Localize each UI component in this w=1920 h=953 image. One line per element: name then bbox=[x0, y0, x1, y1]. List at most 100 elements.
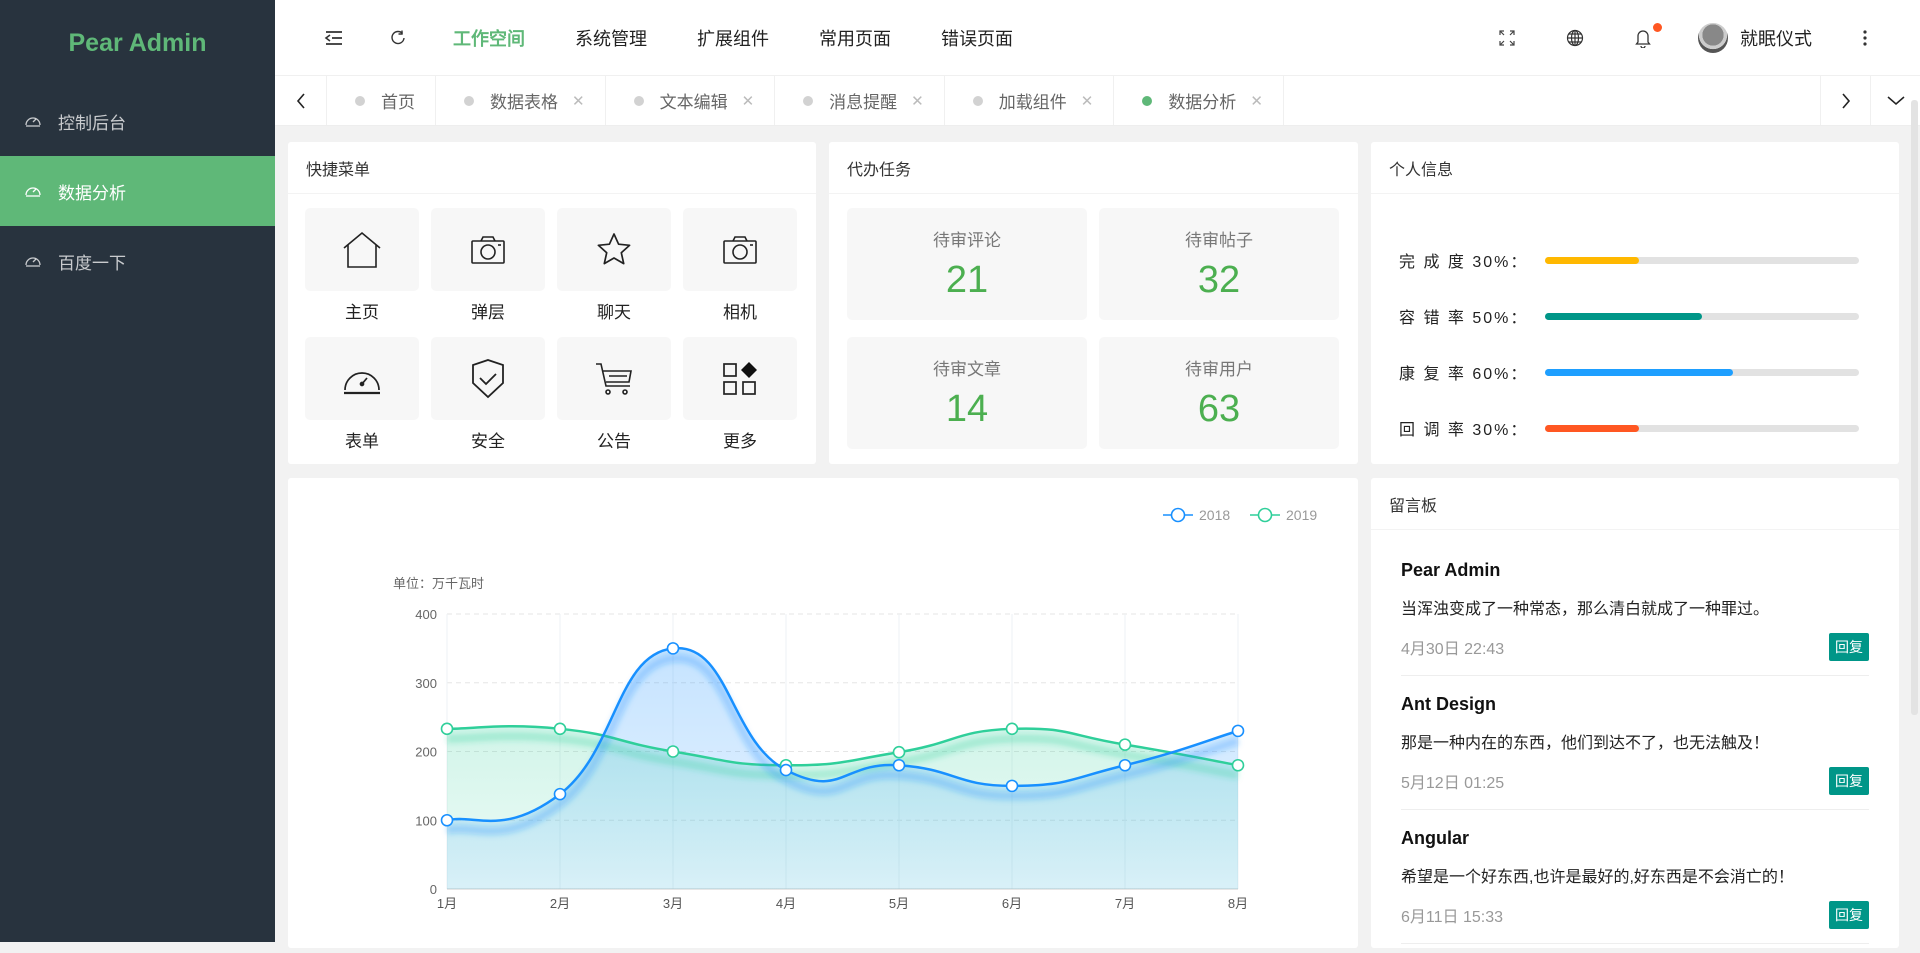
progress-fill bbox=[1545, 424, 1640, 432]
quick-menu-label: 公告 bbox=[597, 432, 631, 451]
x-tick-label: 4月 bbox=[776, 896, 796, 911]
x-tick-label: 2月 bbox=[550, 896, 570, 911]
quick-menu-icon-box bbox=[683, 337, 797, 420]
close-icon[interactable]: ✕ bbox=[1250, 92, 1263, 110]
menu-fold-icon[interactable] bbox=[319, 23, 349, 53]
quick-menu-item[interactable]: 相机 bbox=[683, 208, 797, 337]
reply-button[interactable]: 回复 bbox=[1829, 901, 1869, 929]
progress-row: 康 复 率 60%： bbox=[1399, 344, 1859, 400]
legend-item-2019[interactable]: 2019 bbox=[1250, 507, 1317, 523]
tab-item[interactable]: 消息提醒 ✕ bbox=[775, 76, 945, 125]
progress-fill bbox=[1545, 256, 1640, 264]
profile-card: 个人信息 完 成 度 30%： 容 错 率 50%： 康 复 率 60%： 回 调 率… bbox=[1371, 142, 1899, 464]
y-axis-unit-label: 单位：万千瓦时 bbox=[393, 576, 484, 591]
message-time: 5月12日 01:25 bbox=[1401, 775, 1505, 792]
message-time: 6月11日 15:33 bbox=[1401, 909, 1503, 926]
top-nav-item[interactable]: 扩展组件 bbox=[697, 25, 769, 51]
card-title: 快捷菜单 bbox=[288, 142, 816, 194]
data-point-2018 bbox=[553, 787, 567, 801]
todo-grid: 待审评论 21 待审帖子 32 待审文章 14 待审用户 63 bbox=[829, 194, 1358, 463]
chevron-right-icon bbox=[1841, 92, 1850, 109]
tab-status-dot bbox=[972, 95, 983, 106]
data-point-2019 bbox=[892, 745, 906, 759]
message-text: 希望是一个好东西,也许是最好的,好东西是不会消亡的！ bbox=[1401, 869, 1794, 886]
more-vertical-icon[interactable] bbox=[1850, 23, 1880, 53]
progress-row: 回 调 率 30%： bbox=[1399, 400, 1859, 456]
chart-card: 0 100 200 300 400 1月 2月 3月 4月 5月 6月 7月 8月 单位：万千瓦时 2018… bbox=[288, 478, 1358, 948]
tab-scroll-left[interactable] bbox=[275, 76, 327, 125]
message-board-card: 留言板 Pear Admin 当浑浊变成了一种常态，那么清白就成了一种罪过。 4… bbox=[1371, 478, 1899, 948]
data-point-2018 bbox=[440, 813, 454, 827]
quick-menu-item[interactable]: 安全 bbox=[431, 337, 545, 466]
dashboard-icon bbox=[24, 181, 44, 201]
top-nav-item[interactable]: 错误页面 bbox=[941, 25, 1013, 51]
camera-icon bbox=[471, 235, 505, 264]
legend-label: 2018 bbox=[1199, 507, 1230, 523]
tab-item[interactable]: 数据表格 ✕ bbox=[436, 76, 606, 125]
fullscreen-icon[interactable] bbox=[1492, 23, 1522, 53]
line-chart: 0 100 200 300 400 1月 2月 3月 4月 5月 6月 7月 8月 单位：万千瓦时 2018… bbox=[393, 507, 1317, 911]
sidebar-item-2[interactable]: 百度一下 bbox=[0, 226, 275, 296]
sidebar-item-0[interactable]: 控制后台 bbox=[0, 86, 275, 156]
user-menu[interactable]: 就眠仪式 bbox=[1698, 22, 1812, 53]
tab-label: 消息提醒 bbox=[829, 93, 898, 112]
progress-row: 完 成 度 30%： bbox=[1399, 232, 1859, 288]
todo-item[interactable]: 待审用户 63 bbox=[1099, 337, 1339, 449]
card-title: 留言板 bbox=[1371, 478, 1899, 530]
message-item: Ant Design 那是一种内在的东西，他们到达不了，也无法触及！ 5月12日… bbox=[1401, 676, 1869, 810]
quick-menu-item[interactable]: 公告 bbox=[557, 337, 671, 466]
quick-menu-item[interactable]: 聊天 bbox=[557, 208, 671, 337]
quick-menu-item[interactable]: 弹层 bbox=[431, 208, 545, 337]
progress-list: 完 成 度 30%： 容 错 率 50%： 康 复 率 60%： 回 调 率 30%： bbox=[1371, 194, 1899, 456]
data-point-2018 bbox=[1118, 758, 1132, 772]
progress-label: 容 错 率 50%： bbox=[1399, 310, 1529, 327]
quick-menu-item[interactable]: 主页 bbox=[305, 208, 419, 337]
sidebar-item-label: 百度一下 bbox=[58, 253, 126, 273]
tab-scroll-right[interactable] bbox=[1820, 76, 1870, 125]
close-icon[interactable]: ✕ bbox=[1081, 92, 1094, 110]
progress-label: 回 调 率 30%： bbox=[1399, 422, 1529, 439]
globe-icon[interactable] bbox=[1560, 23, 1590, 53]
app-logo[interactable]: Pear Admin bbox=[0, 0, 275, 86]
close-icon[interactable]: ✕ bbox=[572, 92, 585, 110]
data-point-2019 bbox=[1231, 758, 1245, 772]
message-author: Pear Admin bbox=[1401, 560, 1501, 580]
close-icon[interactable]: ✕ bbox=[742, 92, 755, 110]
quick-menu-item[interactable]: 表单 bbox=[305, 337, 419, 466]
todo-label: 待审帖子 bbox=[1185, 231, 1253, 250]
todo-item[interactable]: 待审帖子 32 bbox=[1099, 208, 1339, 320]
reply-button[interactable]: 回复 bbox=[1829, 633, 1869, 661]
quick-menu-item[interactable]: 更多 bbox=[683, 337, 797, 466]
message-author: Angular bbox=[1401, 828, 1470, 848]
y-tick-label: 200 bbox=[415, 745, 437, 760]
todo-item[interactable]: 待审文章 14 bbox=[847, 337, 1087, 449]
sidebar-item-1[interactable]: 数据分析 bbox=[0, 156, 275, 226]
top-nav-item[interactable]: 系统管理 bbox=[575, 25, 647, 51]
progress-track bbox=[1545, 256, 1859, 264]
top-nav-item[interactable]: 工作空间 bbox=[453, 25, 525, 51]
data-point-2019 bbox=[553, 722, 567, 736]
tab-item[interactable]: 数据分析 ✕ bbox=[1114, 76, 1284, 125]
tab-item[interactable]: 文本编辑 ✕ bbox=[606, 76, 776, 125]
page-scrollbar[interactable] bbox=[1911, 100, 1918, 715]
progress-label: 康 复 率 60%： bbox=[1399, 366, 1529, 383]
x-tick-label: 7月 bbox=[1115, 896, 1135, 911]
tab-status-dot bbox=[633, 95, 644, 106]
top-nav-item[interactable]: 常用页面 bbox=[819, 25, 891, 51]
card-title: 个人信息 bbox=[1371, 142, 1899, 194]
tab-item[interactable]: 首页 bbox=[327, 76, 436, 125]
x-tick-label: 3月 bbox=[663, 896, 683, 911]
legend-item-2018[interactable]: 2018 bbox=[1163, 507, 1230, 523]
cart-icon bbox=[595, 362, 633, 396]
close-icon[interactable]: ✕ bbox=[911, 92, 924, 110]
quick-menu-icon-box bbox=[557, 337, 671, 420]
notification-button[interactable] bbox=[1628, 22, 1662, 53]
data-point-2018 bbox=[1231, 724, 1245, 738]
quick-menu-label: 表单 bbox=[345, 432, 379, 451]
todo-item[interactable]: 待审评论 21 bbox=[847, 208, 1087, 320]
refresh-icon[interactable] bbox=[383, 23, 413, 53]
dashboard-icon bbox=[24, 251, 44, 271]
message-text: 那是一种内在的东西，他们到达不了，也无法触及！ bbox=[1401, 735, 1770, 752]
reply-button[interactable]: 回复 bbox=[1829, 767, 1869, 795]
tab-item[interactable]: 加载组件 ✕ bbox=[945, 76, 1115, 125]
